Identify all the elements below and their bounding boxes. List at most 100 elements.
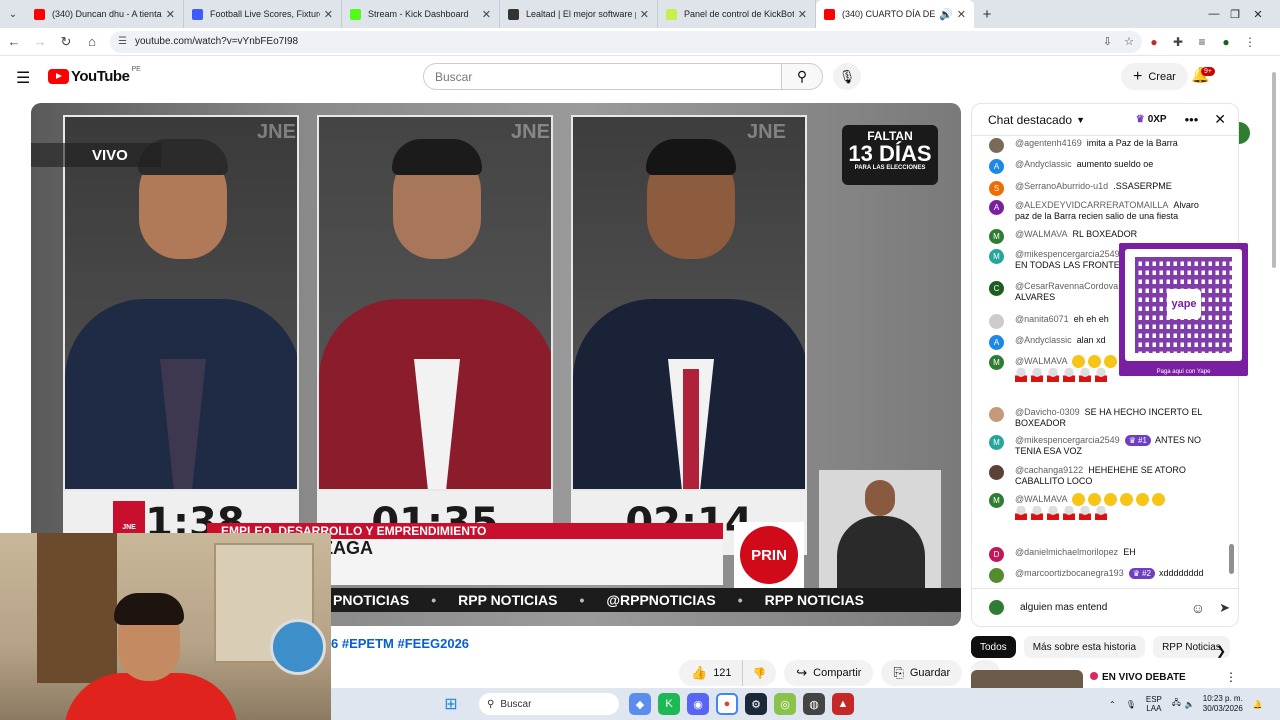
tab-favicon-icon — [192, 8, 203, 20]
chat-more-icon[interactable]: ••• — [1185, 112, 1199, 127]
tab-audio-icon[interactable]: 🔊 — [939, 8, 953, 21]
kick-app-icon[interactable]: K — [658, 693, 680, 715]
create-label: Crear — [1148, 70, 1176, 83]
chat-author[interactable]: @mikespencergarcia2549 — [1015, 249, 1120, 259]
copilot-icon[interactable]: ◆ — [629, 693, 651, 715]
tray-app-icon[interactable]: 🎙 — [1126, 700, 1136, 709]
chat-mode-dropdown[interactable]: Chat destacado — [988, 113, 1072, 127]
chevron-down-icon[interactable]: ▼ — [1076, 115, 1085, 125]
chat-author[interactable]: @WALMAVA — [1015, 229, 1067, 239]
chat-author[interactable]: @WALMAVA — [1015, 356, 1067, 366]
chat-author[interactable]: @agentenh4169 — [1015, 138, 1082, 148]
tab-close-icon[interactable]: ✕ — [957, 8, 966, 21]
tab-favicon-icon — [34, 8, 45, 20]
steam-icon[interactable]: ⚙ — [745, 693, 767, 715]
chat-author[interactable]: @Andyclassic — [1015, 159, 1072, 169]
chat-author[interactable]: @ALEXDEYVIDCARRERATOMAILLA — [1015, 200, 1168, 210]
clock[interactable]: 10:23 p. m. 30/03/2026 — [1203, 694, 1243, 714]
profile-avatar-icon[interactable]: ● — [1214, 30, 1238, 54]
chat-author[interactable]: @Andyclassic — [1015, 335, 1072, 345]
browser-tab[interactable]: Lealtad | El mejor software para ✕ — [500, 0, 658, 28]
hamburger-menu-icon[interactable]: ☰ — [16, 68, 30, 88]
related-title[interactable]: EN VIVO DEBATE — [1090, 672, 1186, 683]
chat-author[interactable]: @nanita6071 — [1015, 314, 1069, 324]
tab-search-chevron-icon[interactable]: ⌄ — [0, 0, 26, 28]
tab-close-icon[interactable]: ✕ — [482, 8, 491, 21]
obs-icon[interactable]: ◍ — [803, 693, 825, 715]
related-video-item[interactable]: EN VIVO DEBATE ⋮ — [971, 669, 1241, 689]
page-scrollbar[interactable] — [1270, 60, 1278, 720]
browser-tab[interactable]: Stream - Kick Dashboard ✕ — [342, 0, 500, 28]
dislike-button[interactable]: 👎 — [741, 660, 777, 686]
app-icon[interactable]: ◎ — [774, 693, 796, 715]
related-thumbnail[interactable] — [971, 670, 1083, 689]
save-button[interactable]: ⎘ Guardar — [881, 660, 963, 686]
rank-text: #2 — [1142, 569, 1152, 578]
chat-avatar: D — [989, 547, 1004, 562]
extension-badge-icon[interactable]: ● — [1142, 30, 1166, 54]
back-icon[interactable]: ← — [2, 30, 26, 54]
chip-all[interactable]: Todos — [971, 636, 1016, 658]
volume-icon[interactable]: 🔈 — [1185, 700, 1195, 709]
forward-icon[interactable]: → — [28, 30, 52, 54]
like-button[interactable]: 👍 121 — [679, 660, 742, 686]
chat-author[interactable]: @CesarRavennaCordova — [1015, 281, 1118, 291]
new-tab-button[interactable]: + — [974, 6, 1000, 23]
send-icon[interactable]: ➤ — [1219, 600, 1230, 616]
taskbar-search[interactable]: ⚲ Buscar — [479, 693, 619, 715]
chat-scroll-thumb[interactable] — [1229, 544, 1234, 574]
youtube-logo[interactable]: YouTube PE — [48, 66, 141, 85]
create-button[interactable]: + Crear — [1121, 63, 1188, 90]
chat-author[interactable]: @danielmichaelmorilopez — [1015, 547, 1118, 557]
bookmark-star-icon[interactable]: ☆ — [1124, 35, 1134, 48]
chat-author[interactable]: @mikespencergarcia2549 — [1015, 435, 1120, 445]
browser-tab[interactable]: (340) Duncan dhu - A tientas (l ✕ — [26, 0, 184, 28]
video-hashtags[interactable]: 6 #EPETM #FEEG2026 — [331, 636, 469, 651]
chrome-icon[interactable]: ● — [716, 693, 738, 715]
share-button[interactable]: ↪ Compartir — [784, 660, 874, 686]
chat-author[interactable]: @Davicho-0309 — [1015, 407, 1080, 417]
reload-icon[interactable]: ↻ — [54, 30, 78, 54]
browser-tab[interactable]: Football Live Scores, Fixtures & ✕ — [184, 0, 342, 28]
hashtags-text[interactable]: #EPETM #FEEG2026 — [342, 636, 469, 651]
search-icon[interactable]: ⚲ — [781, 63, 823, 90]
emoji-picker-icon[interactable]: ☺ — [1191, 600, 1205, 616]
tab-close-icon[interactable]: ✕ — [166, 8, 175, 21]
voice-search-mic-icon[interactable]: 🎙 — [833, 63, 861, 90]
window-close-icon[interactable]: ✕ — [1236, 0, 1280, 28]
home-icon[interactable]: ⌂ — [80, 30, 104, 54]
chat-author[interactable]: @SerranoAburrido-u1d — [1015, 181, 1108, 191]
jne-watermark: JNE — [257, 121, 296, 143]
tab-title: Stream - Kick Dashboard — [368, 9, 469, 19]
browser-tab-active[interactable]: (340) CUARTO DÍA DEL 🔊 ✕ — [816, 0, 974, 28]
extensions-puzzle-icon[interactable]: ✚ — [1166, 30, 1190, 54]
chat-author[interactable]: @marcoortizbocanegra193 — [1015, 568, 1124, 578]
chat-author[interactable]: @cachanga9122 — [1015, 465, 1083, 475]
chat-author[interactable]: @WALMAVA — [1015, 494, 1067, 504]
notifications-icon[interactable]: 🔔 — [1253, 700, 1263, 709]
chat-close-icon[interactable]: ✕ — [1214, 111, 1226, 128]
chip-more-story[interactable]: Más sobre esta historia — [1023, 636, 1146, 658]
tab-close-icon[interactable]: ✕ — [324, 8, 333, 21]
site-info-icon[interactable]: ☰ — [118, 36, 127, 47]
browser-menu-icon[interactable]: ⋮ — [1238, 30, 1262, 54]
tab-close-icon[interactable]: ✕ — [798, 8, 807, 21]
reading-list-icon[interactable]: ≡ — [1190, 30, 1214, 54]
windows-start-icon[interactable]: ⊞ — [440, 693, 462, 715]
language-indicator[interactable]: ESP LAA — [1146, 695, 1162, 713]
tray-chevron-icon[interactable]: ⌃ — [1109, 700, 1116, 709]
related-more-icon[interactable]: ⋮ — [1225, 670, 1237, 684]
app-red-icon[interactable]: ▲ — [832, 693, 854, 715]
browser-tab[interactable]: Panel de control de KickBot ✕ — [658, 0, 816, 28]
network-icon[interactable]: 🖧 — [1172, 697, 1181, 711]
chat-input[interactable]: alguien mas entend — [1020, 602, 1191, 613]
tab-close-icon[interactable]: ✕ — [640, 8, 649, 21]
country-code: PE — [131, 66, 141, 73]
omnibox[interactable]: ☰ youtube.com/watch?v=vYnbFEo7I98 ⇩ ☆ — [110, 30, 1142, 53]
search-input[interactable]: Buscar — [423, 63, 782, 90]
xp-indicator[interactable]: ♛ 0XP — [1136, 114, 1167, 125]
chips-next-chevron-icon[interactable]: ❯ — [1216, 644, 1226, 658]
discord-icon[interactable]: ◉ — [687, 693, 709, 715]
install-app-icon[interactable]: ⇩ — [1103, 35, 1112, 48]
page-scroll-thumb[interactable] — [1272, 72, 1276, 268]
